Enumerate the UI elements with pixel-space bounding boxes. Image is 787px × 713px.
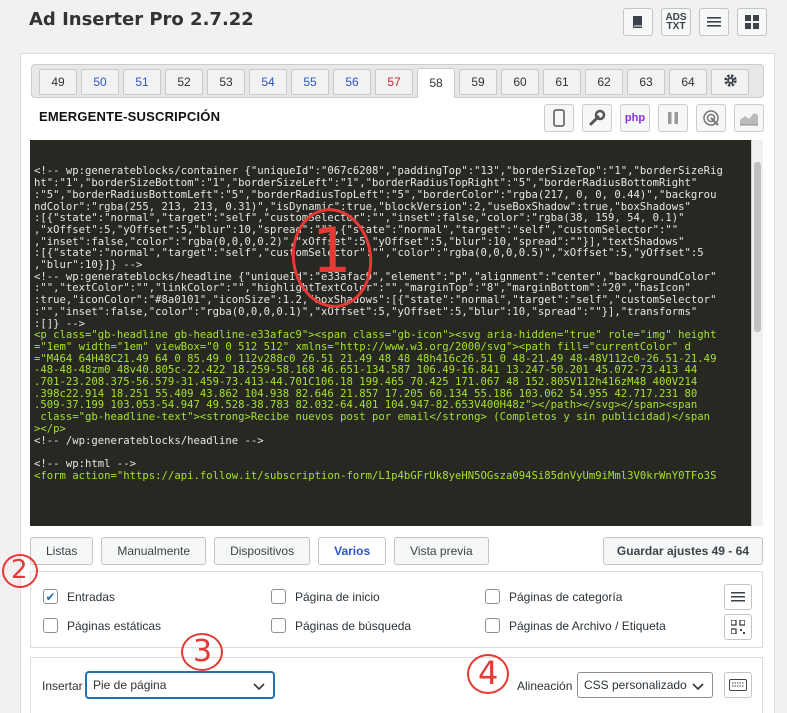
chevron-down-icon [692, 680, 704, 694]
listas-button[interactable]: Listas [30, 537, 94, 565]
header-toolbar: ADS TXT [623, 8, 767, 36]
book-icon[interactable] [623, 8, 653, 36]
option-paginas-busqueda[interactable]: Páginas de búsqueda [271, 618, 411, 633]
block-tabs: 49 50 51 52 53 54 55 56 57 58 59 60 61 6… [31, 64, 764, 98]
block-settings-panel: 49 50 51 52 53 54 55 56 57 58 59 60 61 6… [20, 53, 775, 713]
scroll-thumb[interactable] [754, 162, 761, 332]
code-scrollbar[interactable] [751, 140, 763, 526]
tab-51[interactable]: 51 [123, 69, 161, 95]
gear-icon [723, 73, 738, 91]
tab-61[interactable]: 61 [543, 69, 581, 95]
block-toolbar: php [544, 104, 764, 132]
checkbox-pagina-inicio[interactable] [271, 589, 286, 604]
code-line: ,"blur":10}]} --> [34, 259, 143, 272]
annotation-2: 2 [11, 555, 28, 585]
chart-icon[interactable] [734, 104, 764, 132]
chevron-down-icon [253, 680, 265, 694]
tab-63[interactable]: 63 [627, 69, 665, 95]
settings-subtabs: Listas Manualmente Dispositivos Varios V… [30, 537, 489, 565]
option-paginas-busqueda-label: Páginas de búsqueda [295, 618, 412, 633]
tab-50[interactable]: 50 [81, 69, 119, 95]
code-line: <!-- /wp:generateblocks/headline --> [34, 434, 264, 447]
ads-txt-line2: TXT [666, 21, 686, 32]
tab-52[interactable]: 52 [165, 69, 203, 95]
php-icon[interactable]: php [620, 104, 650, 132]
list-settings-icon[interactable] [724, 584, 752, 610]
code-editor[interactable]: <!-- wp:generateblocks/container {"uniqu… [30, 140, 763, 526]
tab-56[interactable]: 56 [333, 69, 371, 95]
tab-55[interactable]: 55 [291, 69, 329, 95]
tab-54[interactable]: 54 [249, 69, 287, 95]
varios-button[interactable]: Varios [318, 537, 387, 565]
tab-62[interactable]: 62 [585, 69, 623, 95]
save-settings-button[interactable]: Guardar ajustes 49 - 64 [602, 537, 763, 565]
option-paginas-categoria-label: Páginas de categoría [509, 589, 623, 604]
manualmente-button[interactable]: Manualmente [101, 537, 207, 565]
code-line: ></p> [34, 422, 66, 435]
code-line: .701-23.208.375-56.579-31.459-73.413-44.… [34, 376, 698, 389]
insertion-select-value: Pie de página [93, 678, 167, 692]
option-pagina-inicio-label: Página de inicio [295, 589, 380, 604]
list-icon[interactable] [699, 8, 729, 36]
tab-58[interactable]: 58 [417, 68, 455, 98]
checkbox-paginas-archivo[interactable] [485, 618, 500, 633]
tab-49[interactable]: 49 [39, 69, 77, 95]
insertion-box: Insertar Pie de página Alineación CSS pe… [30, 657, 763, 713]
php-label: php [624, 112, 646, 124]
tab-57[interactable]: 57 [375, 69, 413, 95]
insertion-select[interactable]: Pie de página [86, 672, 274, 698]
checkbox-entradas[interactable]: ✔ [43, 589, 58, 604]
code-line: :"5","borderRadiusBottomLeft":"5","borde… [34, 188, 717, 201]
code-line: class="gb-headline-text"><strong>Recibe … [34, 411, 711, 424]
grid-icon[interactable] [737, 8, 767, 36]
tab-59[interactable]: 59 [459, 69, 497, 95]
option-paginas-estaticas-label: Páginas estáticas [67, 618, 162, 633]
app-title: Ad Inserter Pro 2.7.22 [29, 9, 254, 30]
code-line: <form action="https://api.follow.it/subs… [34, 469, 717, 482]
code-line: ="1em" width="1em" viewBox="0 0 512 512"… [34, 340, 691, 353]
tab-53[interactable]: 53 [207, 69, 245, 95]
option-paginas-archivo[interactable]: Páginas de Archivo / Etiqueta [485, 618, 666, 633]
tab-60[interactable]: 60 [501, 69, 539, 95]
checkbox-paginas-estaticas[interactable] [43, 618, 58, 633]
insert-label: Insertar [42, 679, 83, 693]
code-line: :[{"state":"normal","target":"self","cus… [34, 247, 704, 260]
ads-txt-icon[interactable]: ADS TXT [661, 8, 691, 36]
option-pagina-inicio[interactable]: Página de inicio [271, 589, 380, 604]
annotation-3: 3 [193, 634, 213, 669]
pause-icon[interactable] [658, 104, 688, 132]
alignment-select[interactable]: CSS personalizado [577, 672, 713, 698]
option-paginas-estaticas[interactable]: Páginas estáticas [43, 618, 161, 633]
code-content: <!-- wp:generateblocks/container {"uniqu… [34, 166, 759, 482]
checkbox-paginas-busqueda[interactable] [271, 618, 286, 633]
page-types-box: ✔ Entradas Páginas estáticas Página de i… [30, 571, 763, 648]
target-icon[interactable] [696, 104, 726, 132]
alignment-select-value: CSS personalizado [584, 678, 687, 692]
code-line: :"","inset":false,"color":"rgba(0,0,0,0.… [34, 305, 698, 318]
option-paginas-categoria[interactable]: Páginas de categoría [485, 589, 622, 604]
annotation-1: 1 [312, 214, 352, 287]
option-paginas-archivo-label: Páginas de Archivo / Etiqueta [509, 618, 666, 633]
dispositivos-button[interactable]: Dispositivos [214, 537, 311, 565]
vista-previa-button[interactable]: Vista previa [394, 537, 489, 565]
option-entradas-label: Entradas [67, 589, 116, 604]
tab-settings[interactable] [711, 69, 749, 95]
code-line: <!-- wp:html --> [34, 457, 137, 470]
annotation-4: 4 [478, 654, 499, 692]
option-entradas[interactable]: ✔ Entradas [43, 589, 115, 604]
device-icon[interactable] [544, 104, 574, 132]
qr-code-icon[interactable] [724, 614, 752, 640]
tab-64[interactable]: 64 [669, 69, 707, 95]
block-name[interactable]: EMERGENTE-SUSCRIPCIÓN [39, 109, 220, 124]
code-line: ,"xOffset":5,"yOffset":5,"blur":10,"spre… [34, 223, 679, 236]
wrench-icon[interactable] [582, 104, 612, 132]
alignment-label: Alineación [517, 679, 573, 693]
app-header: Ad Inserter Pro 2.7.22 ADS TXT [0, 0, 787, 44]
keyboard-icon[interactable] [724, 672, 752, 698]
checkbox-paginas-categoria[interactable] [485, 589, 500, 604]
